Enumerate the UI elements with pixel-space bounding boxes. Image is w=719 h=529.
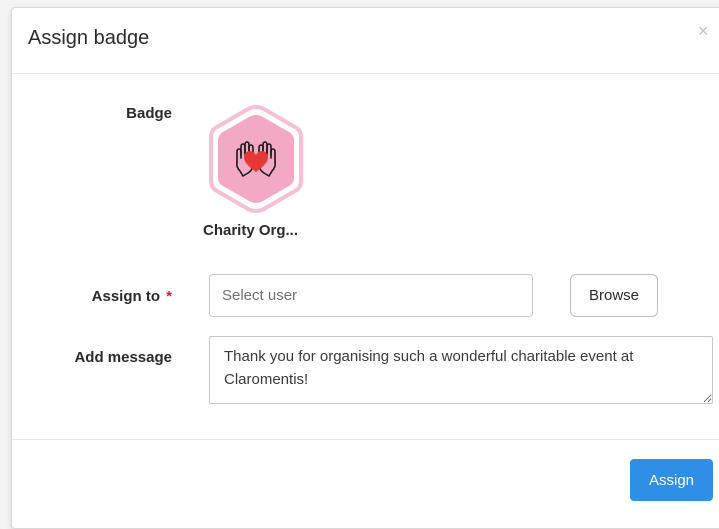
hexagon-badge-icon (209, 104, 303, 213)
message-textarea[interactable]: Thank you for organising such a wonderfu… (209, 336, 713, 404)
badge-image (205, 104, 307, 214)
badge-name: Charity Org... (203, 222, 299, 239)
dialog-title: Assign badge (28, 27, 150, 49)
add-message-label: Add message (74, 349, 172, 366)
assign-button[interactable]: Assign (630, 459, 713, 501)
browse-button[interactable]: Browse (570, 274, 658, 317)
required-marker: * (166, 288, 172, 305)
assign-to-label: Assign to * (12, 288, 172, 305)
badge-label: Badge (126, 105, 172, 122)
footer-divider (12, 439, 719, 440)
close-button[interactable]: × (698, 22, 709, 40)
assign-to-label-text: Assign to (91, 288, 160, 305)
select-user-input[interactable] (209, 274, 533, 317)
dialog-header: Assign badge × (12, 8, 719, 74)
assign-badge-dialog: Assign badge × Badge Charity Org... Assi… (11, 7, 719, 529)
